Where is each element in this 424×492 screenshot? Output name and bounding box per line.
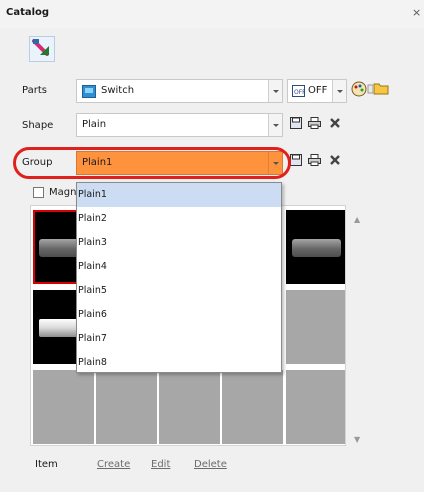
- gallery-item[interactable]: [159, 370, 220, 444]
- group-dropdown-list: Plain1 Plain2 Plain3 Plain4 Plain5 Plain…: [76, 182, 282, 373]
- gallery-item[interactable]: [222, 370, 283, 444]
- dropdown-option[interactable]: Plain1: [77, 183, 281, 207]
- dropdown-option[interactable]: Plain5: [77, 279, 281, 303]
- magnify-checkbox[interactable]: [33, 187, 44, 198]
- save-icon[interactable]: [290, 154, 302, 169]
- chevron-down-icon[interactable]: [332, 80, 346, 102]
- item-label: Item: [35, 459, 58, 470]
- gallery-item[interactable]: [286, 290, 345, 364]
- dropdown-option[interactable]: Plain7: [77, 327, 281, 351]
- color-palette-icon[interactable]: [351, 81, 374, 100]
- save-icon[interactable]: [290, 117, 302, 132]
- print-icon[interactable]: [308, 117, 321, 132]
- dropdown-option[interactable]: Plain4: [77, 255, 281, 279]
- delete-icon[interactable]: [330, 118, 340, 131]
- gallery-item[interactable]: [286, 370, 345, 444]
- dropdown-option[interactable]: Plain8: [77, 351, 281, 375]
- group-highlight-annotation: [13, 147, 291, 179]
- dropdown-option[interactable]: Plain2: [77, 207, 281, 231]
- state-select[interactable]: OFF OFF: [287, 79, 347, 103]
- delete-link[interactable]: Delete: [194, 459, 227, 470]
- dropdown-option[interactable]: Plain6: [77, 303, 281, 327]
- catalog-panel: Catalog × Parts Switch OFF OFF Shape Pla…: [0, 0, 424, 492]
- scroll-up-icon[interactable]: ▲: [354, 215, 360, 224]
- state-value: OFF: [308, 85, 328, 96]
- chevron-down-icon[interactable]: [268, 114, 282, 136]
- arrow-shape-tool-icon[interactable]: [29, 36, 55, 62]
- parts-value: Switch: [101, 85, 135, 96]
- create-link[interactable]: Create: [97, 459, 130, 470]
- folder-icon[interactable]: [373, 81, 389, 98]
- title-bar: Catalog ×: [0, 0, 424, 28]
- svg-text:OFF: OFF: [294, 89, 305, 96]
- parts-select[interactable]: Switch: [76, 79, 283, 103]
- dropdown-option[interactable]: Plain3: [77, 231, 281, 255]
- close-icon[interactable]: ×: [412, 6, 421, 19]
- gallery-item[interactable]: [286, 210, 345, 284]
- parts-label: Parts: [22, 85, 47, 96]
- window-title: Catalog: [6, 7, 50, 18]
- switch-icon: [82, 85, 96, 101]
- print-icon[interactable]: [308, 154, 321, 169]
- gallery-item[interactable]: [96, 370, 157, 444]
- scroll-down-icon[interactable]: ▼: [354, 435, 360, 444]
- shape-value: Plain: [82, 119, 107, 130]
- shape-select[interactable]: Plain: [76, 113, 283, 137]
- chevron-down-icon[interactable]: [268, 80, 282, 102]
- delete-icon[interactable]: [330, 155, 340, 168]
- gallery-item[interactable]: [33, 370, 94, 444]
- shape-label: Shape: [22, 120, 54, 131]
- magnify-label: Magni: [49, 187, 80, 198]
- off-switch-icon: OFF: [292, 85, 306, 100]
- edit-link[interactable]: Edit: [151, 459, 170, 470]
